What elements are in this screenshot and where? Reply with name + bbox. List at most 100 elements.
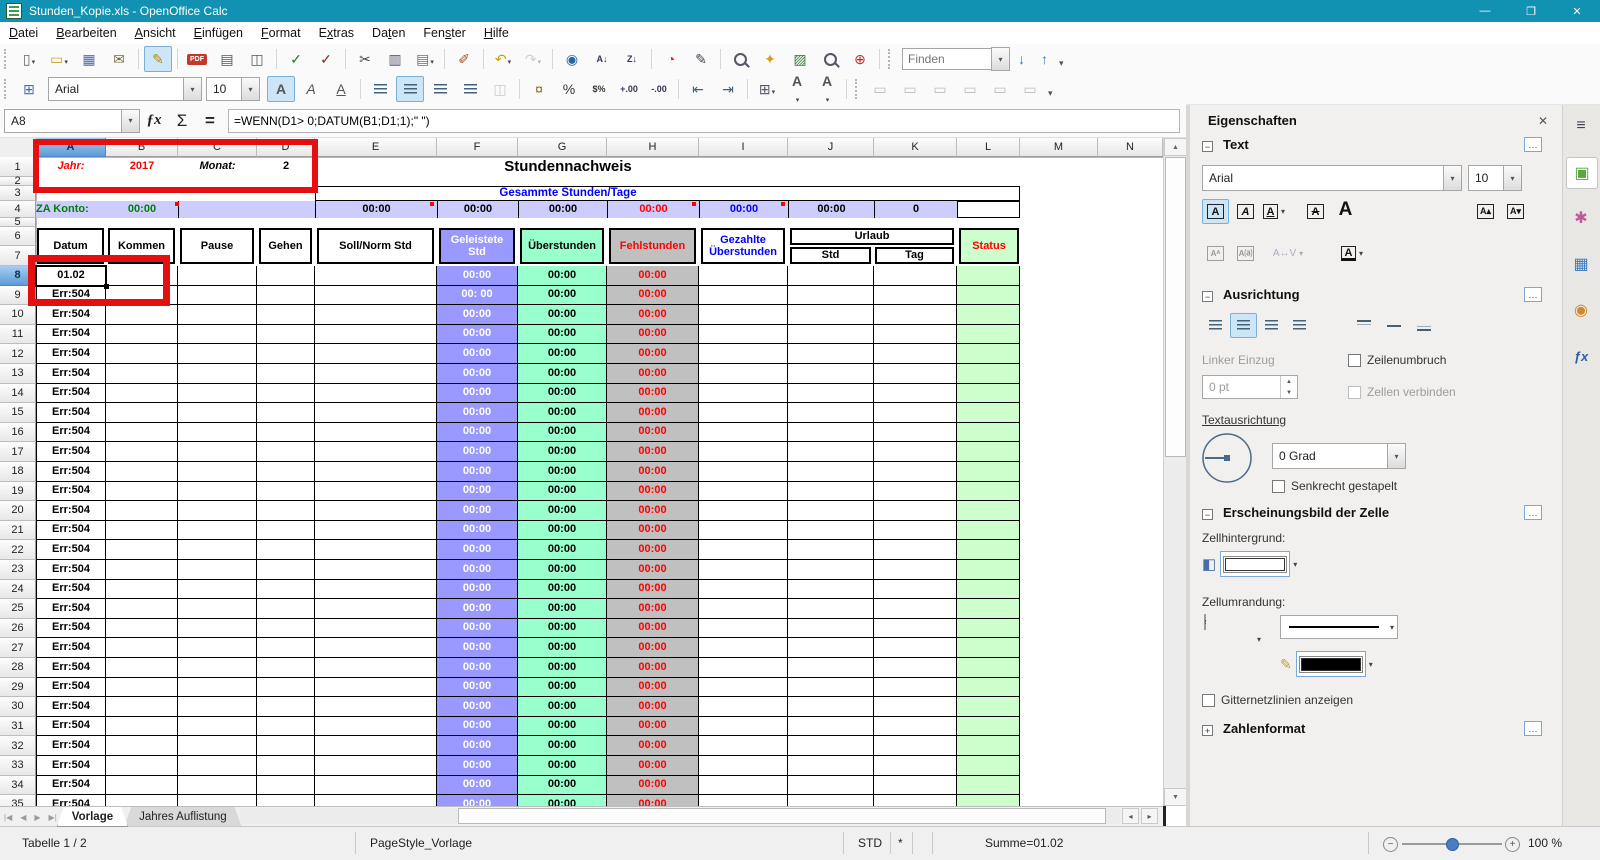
- cell-A22[interactable]: Err:504: [36, 540, 106, 560]
- cell-J28[interactable]: [788, 658, 874, 678]
- row-header-32[interactable]: 32: [0, 736, 36, 756]
- cell-K13[interactable]: [874, 364, 957, 384]
- row-header-13[interactable]: 13: [0, 364, 36, 384]
- summary-value-J[interactable]: 00:00: [788, 201, 874, 218]
- cell-G17[interactable]: 00:00: [518, 442, 607, 462]
- justify-icon[interactable]: [456, 76, 484, 102]
- cell-B10[interactable]: [106, 305, 178, 325]
- cell-E32[interactable]: [315, 736, 437, 756]
- panel-align-left-icon[interactable]: [1202, 313, 1229, 338]
- cell-K26[interactable]: [874, 618, 957, 639]
- cell-F24[interactable]: 00:00: [437, 579, 518, 600]
- cell-A29[interactable]: Err:504: [36, 677, 106, 698]
- cell-C19[interactable]: [178, 481, 257, 502]
- cell-E26[interactable]: [315, 618, 437, 639]
- column-header-L[interactable]: L: [957, 138, 1020, 157]
- cell-A10[interactable]: Err:504: [36, 305, 106, 325]
- cell-K35[interactable]: [874, 795, 957, 806]
- find-dropdown-icon[interactable]: [991, 47, 1010, 71]
- cell-C20[interactable]: [178, 501, 257, 521]
- cell-L16[interactable]: [957, 422, 1020, 443]
- cell-D35[interactable]: [257, 795, 315, 806]
- menu-daten[interactable]: Da t en: [363, 22, 414, 44]
- cell-K15[interactable]: [874, 403, 957, 423]
- cell-B23[interactable]: [106, 560, 178, 580]
- cell-G30[interactable]: 00:00: [518, 697, 607, 717]
- row-header-10[interactable]: 10: [0, 305, 36, 325]
- panel-font-color-icon[interactable]: A: [1340, 241, 1367, 266]
- cell-J29[interactable]: [788, 677, 874, 698]
- cell-A9[interactable]: Err:504: [36, 285, 106, 306]
- cell-E34[interactable]: [315, 775, 437, 796]
- cell-G26[interactable]: 00:00: [518, 618, 607, 639]
- delete-decimal-place-icon[interactable]: -.00: [645, 76, 673, 102]
- menu-hilfe[interactable]: Hilfe: [475, 22, 518, 44]
- cell-I15[interactable]: [699, 403, 788, 423]
- italic-icon[interactable]: A: [297, 76, 325, 102]
- cell-C26[interactable]: [178, 618, 257, 639]
- cell-B21[interactable]: [106, 520, 178, 541]
- close-icon[interactable]: ✕: [1554, 0, 1600, 22]
- cell-D11[interactable]: [257, 324, 315, 345]
- formula-input[interactable]: =WENN(D1> 0;DATUM(B1;D1;1);" "): [228, 108, 1180, 133]
- menu-datei[interactable]: Datei: [0, 22, 47, 44]
- cell-F26[interactable]: 00:00: [437, 618, 518, 639]
- number-format-more-options-button[interactable]: [1524, 721, 1542, 736]
- cell-L24[interactable]: [957, 579, 1020, 600]
- cell-A19[interactable]: Err:504: [36, 481, 106, 502]
- cell-F29[interactable]: 00:00: [437, 677, 518, 698]
- scroll-right-icon[interactable]: ▸: [1141, 808, 1158, 824]
- cell-E22[interactable]: [315, 540, 437, 560]
- cell-A17[interactable]: Err:504: [36, 442, 106, 462]
- menu-format[interactable]: Format: [252, 22, 310, 44]
- cell-G31[interactable]: 00:00: [518, 716, 607, 737]
- gallery-icon[interactable]: ▨: [786, 46, 814, 72]
- row-header-33[interactable]: 33: [0, 756, 36, 776]
- cell-E11[interactable]: [315, 324, 437, 345]
- cell-L34[interactable]: [957, 775, 1020, 796]
- cell-J13[interactable]: [788, 364, 874, 384]
- cell-H8[interactable]: 00:00: [607, 266, 699, 286]
- export-pdf-icon[interactable]: PDF: [183, 46, 211, 72]
- column-header-C[interactable]: C: [178, 138, 257, 157]
- cell-G12[interactable]: 00:00: [518, 344, 607, 364]
- cell-H31[interactable]: 00:00: [607, 716, 699, 737]
- new-document-icon[interactable]: ▯: [15, 46, 43, 72]
- column-header-J[interactable]: J: [788, 138, 874, 157]
- column-header-F[interactable]: F: [437, 138, 518, 157]
- cell-J11[interactable]: [788, 324, 874, 345]
- cell-H13[interactable]: 00:00: [607, 364, 699, 384]
- cell-G35[interactable]: 00:00: [518, 795, 607, 806]
- spreadsheet-grid[interactable]: A B C D E F G H I J K L M N 1 2 3 4 5 6 7 8 9 10 11 12 13 14 15 16 17 1…: [0, 138, 1163, 806]
- cell-I29[interactable]: [699, 677, 788, 698]
- border-picker[interactable]: [1204, 614, 1206, 630]
- copy-icon[interactable]: ▥: [381, 46, 409, 72]
- paste-icon[interactable]: ▤: [411, 46, 439, 72]
- cell-I33[interactable]: [699, 756, 788, 776]
- toolbar-grip[interactable]: [4, 79, 9, 99]
- cell-C22[interactable]: [178, 540, 257, 560]
- scroll-left-icon[interactable]: ◂: [1122, 808, 1139, 824]
- cell-C31[interactable]: [178, 716, 257, 737]
- cell-I14[interactable]: [699, 383, 788, 404]
- degrees-combo[interactable]: 0 Grad: [1272, 443, 1406, 469]
- cell-H16[interactable]: 00:00: [607, 422, 699, 443]
- cell-I19[interactable]: [699, 481, 788, 502]
- row-header-15[interactable]: 15: [0, 403, 36, 423]
- row-header-25[interactable]: 25: [0, 599, 36, 619]
- function-wizard-icon[interactable]: ƒx: [141, 109, 167, 133]
- column-header-D[interactable]: D: [257, 138, 315, 157]
- sidebar-tab-functions-icon[interactable]: ƒx: [1566, 341, 1596, 371]
- row-header-30[interactable]: 30: [0, 697, 36, 717]
- cell-L17[interactable]: [957, 442, 1020, 462]
- font-size-combo[interactable]: 10: [206, 77, 260, 101]
- menu-fenster[interactable]: Fen s ter: [414, 22, 474, 44]
- sheet-tab-jahres-auflistung[interactable]: Jahres Auflistung: [124, 807, 242, 827]
- cell-E24[interactable]: [315, 579, 437, 600]
- cell-F27[interactable]: 00:00: [437, 638, 518, 658]
- panel-strikethrough-icon[interactable]: A: [1302, 199, 1329, 224]
- text-orientation-dial[interactable]: [1200, 431, 1254, 485]
- cell-K17[interactable]: [874, 442, 957, 462]
- column-header-H[interactable]: H: [607, 138, 699, 157]
- cell-B32[interactable]: [106, 736, 178, 756]
